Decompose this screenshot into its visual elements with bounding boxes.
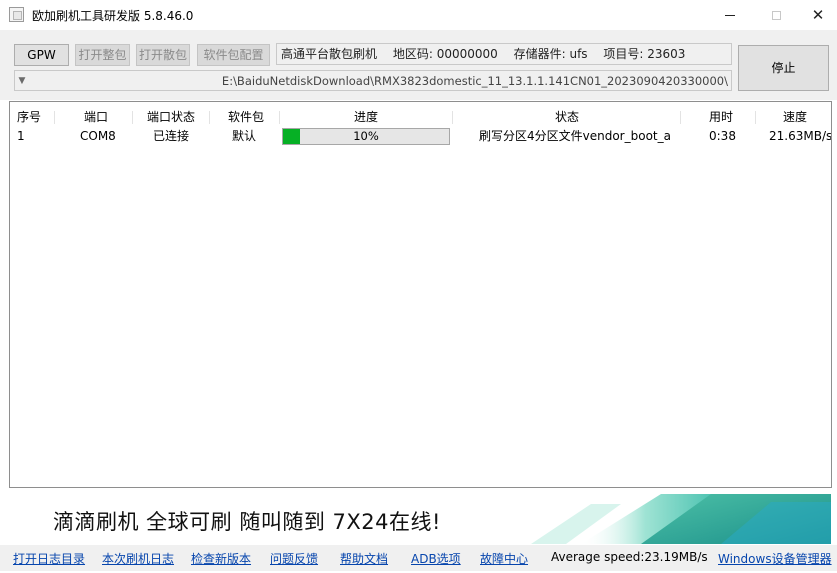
open-full-package-button[interactable]: 打开整包 [75,44,130,66]
row-port-status: 已连接 [153,129,190,143]
footer-bar: 打开日志目录 本次刷机日志 检查新版本 问题反馈 帮助文档 ADB选项 故障中心… [0,545,837,571]
column-header-port-status: 端口状态 [147,110,196,124]
row-port: COM8 [80,129,116,143]
column-header-port: 端口 [84,110,109,124]
package-path-text: E:\BaiduNetdiskDownload\RMX3823domestic_… [221,73,728,88]
advert-banner[interactable]: 滴滴刷机 全球可刷 随叫随到 7X24在线! [9,494,831,544]
feedback-link[interactable]: 问题反馈 [270,550,318,567]
maximize-button[interactable] [753,0,799,30]
column-separator [680,111,681,124]
stop-button[interactable]: 停止 [738,45,829,91]
column-separator [132,111,133,124]
table-row[interactable]: 1 COM8 已连接 默认 10% 刷写分区4分区文件vendor_boot_a… [10,127,831,146]
window-title: 欧加刷机工具研发版 5.8.46.0 [32,9,194,23]
fault-center-link[interactable]: 故障中心 [480,550,528,567]
storage-type-text: 存储器件: ufs [513,47,588,61]
adb-options-link[interactable]: ADB选项 [411,550,461,567]
package-config-button[interactable]: 软件包配置 [197,44,270,66]
title-bar: 欧加刷机工具研发版 5.8.46.0 ✕ [0,0,837,30]
close-icon: ✕ [811,5,825,24]
row-index: 1 [17,129,25,143]
region-code-text: 地区码: 00000000 [392,47,498,61]
open-log-folder-link[interactable]: 打开日志目录 [13,550,85,567]
help-docs-link[interactable]: 帮助文档 [340,550,388,567]
open-split-package-button[interactable]: 打开散包 [136,44,190,66]
banner-graphic [531,494,831,544]
table-header: 序号 端口 端口状态 软件包 进度 状态 用时 速度 [10,108,831,127]
package-path-combobox[interactable]: ▼ E:\BaiduNetdiskDownload\RMX3823domesti… [14,70,732,91]
column-separator [54,111,55,124]
row-status: 刷写分区4分区文件vendor_boot_a [479,129,671,143]
row-package: 默认 [232,129,257,143]
flash-mode-text: 高通平台散包刷机 [281,47,378,61]
device-info-panel: 高通平台散包刷机 地区码: 00000000 存储器件: ufs 项目号: 23… [276,43,732,65]
check-update-link[interactable]: 检查新版本 [191,550,251,567]
project-number-text: 项目号: 23603 [603,47,686,61]
progress-bar: 10% [282,128,450,145]
maximize-icon [771,10,781,20]
column-header-package: 软件包 [228,110,265,124]
current-flash-log-link[interactable]: 本次刷机日志 [102,550,174,567]
app-icon [9,7,24,22]
column-separator [452,111,453,124]
minimize-button[interactable] [707,0,753,30]
minimize-icon [725,14,735,16]
row-elapsed: 0:38 [709,129,736,143]
device-table: 序号 端口 端口状态 软件包 进度 状态 用时 速度 1 COM8 已连接 默认… [9,101,832,488]
chevron-down-icon[interactable]: ▼ [15,71,29,90]
row-speed: 21.63MB/s [769,129,832,143]
close-button[interactable]: ✕ [799,0,837,30]
column-header-progress: 进度 [354,110,379,124]
column-header-speed: 速度 [783,110,808,124]
column-header-index: 序号 [17,110,42,124]
average-speed-text: Average speed:23.19MB/s [551,550,708,564]
toolbar: GPW 打开整包 打开散包 软件包配置 高通平台散包刷机 地区码: 000000… [0,30,837,100]
progress-label: 10% [353,129,379,143]
column-separator [209,111,210,124]
advert-banner-text: 滴滴刷机 全球可刷 随叫随到 7X24在线! [53,510,441,534]
gpw-button[interactable]: GPW [14,44,69,66]
column-separator [755,111,756,124]
column-header-status: 状态 [555,110,580,124]
column-header-elapsed: 用时 [709,110,734,124]
device-manager-link[interactable]: Windows设备管理器 [718,550,832,567]
column-separator [279,111,280,124]
